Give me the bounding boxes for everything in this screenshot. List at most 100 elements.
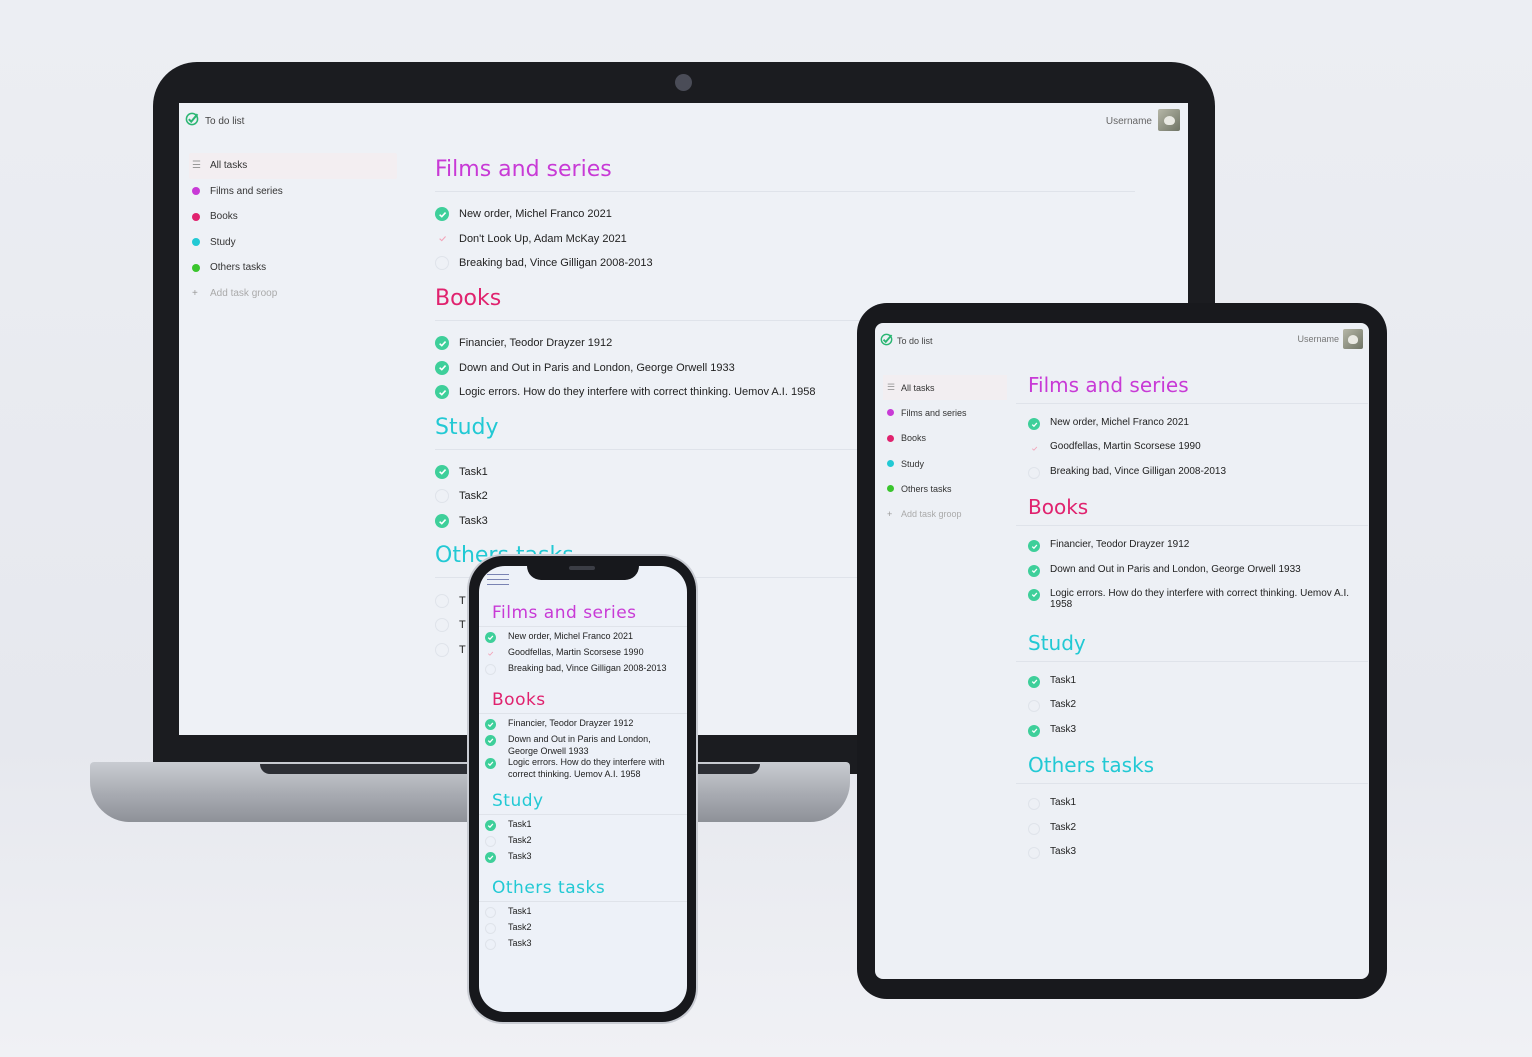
sidebar-item-films[interactable]: Films and series (189, 179, 397, 205)
checked-circle-icon[interactable] (1028, 588, 1040, 601)
avatar[interactable] (1343, 329, 1363, 349)
sidebar-item-books[interactable]: Books (883, 426, 1007, 451)
empty-circle-icon[interactable] (435, 593, 449, 608)
sidebar-item-books[interactable]: Books (189, 204, 397, 230)
empty-circle-icon[interactable] (485, 907, 496, 918)
task-item[interactable]: Task2 (485, 922, 681, 938)
task-item[interactable]: Goodfellas, Martin Scorsese 1990 (485, 647, 681, 663)
checked-circle-icon[interactable] (435, 514, 449, 529)
task-item[interactable]: Financier, Teodor Drayzer 1912 (485, 718, 681, 734)
task-item[interactable]: Breaking bad, Vince Gilligan 2008-2013 (485, 663, 681, 679)
task-item[interactable]: Breaking bad, Vince Gilligan 2008-2013 (1028, 463, 1368, 487)
empty-circle-icon[interactable] (485, 923, 496, 934)
task-item[interactable]: Financier, Teodor Drayzer 1912 (1028, 536, 1368, 560)
empty-circle-icon[interactable] (1028, 798, 1040, 811)
task-text: Goodfellas, Martin Scorsese 1990 (508, 647, 644, 657)
sidebar-item-study[interactable]: Study (883, 451, 1007, 476)
username-label[interactable]: Username (1297, 334, 1339, 344)
empty-circle-icon[interactable] (1028, 846, 1040, 859)
task-item[interactable]: Task3 (1028, 721, 1368, 745)
task-item[interactable]: Task1 (1028, 794, 1368, 818)
sidebar-item-study[interactable]: Study (189, 230, 397, 256)
divider (479, 713, 687, 714)
task-item[interactable]: Task1 (1028, 672, 1368, 696)
others-dot-icon (192, 263, 200, 272)
task-group-title[interactable]: Study (485, 790, 681, 812)
empty-circle-icon[interactable] (435, 256, 449, 271)
empty-circle-icon[interactable] (1028, 700, 1040, 713)
sidebar-item-films[interactable]: Films and series (883, 400, 1007, 425)
task-group-title[interactable]: Films and series (485, 602, 681, 624)
checked-circle-icon[interactable] (485, 758, 496, 769)
task-group-title[interactable]: Films and series (1028, 371, 1368, 399)
username-label[interactable]: Username (1106, 116, 1152, 127)
checked-circle-icon[interactable] (1028, 675, 1040, 688)
empty-circle-icon[interactable] (485, 836, 496, 847)
check-logo-icon (880, 333, 893, 351)
task-item[interactable]: Task3 (1028, 843, 1368, 867)
pending-check-icon[interactable] (1028, 442, 1040, 454)
films-dot-icon (887, 409, 894, 417)
empty-circle-icon[interactable] (435, 489, 449, 504)
films-dot-icon (192, 187, 200, 196)
checked-circle-icon[interactable] (435, 336, 449, 351)
checked-circle-icon[interactable] (435, 464, 449, 479)
task-item[interactable]: Don't Look Up, Adam McKay 2021 (435, 227, 1135, 252)
avatar[interactable] (1158, 109, 1180, 131)
task-group-title[interactable]: Books (1028, 493, 1368, 521)
checked-circle-icon[interactable] (1028, 418, 1040, 430)
task-text: Down and Out in Paris and London, George… (459, 361, 735, 374)
empty-circle-icon[interactable] (485, 664, 496, 675)
task-item[interactable]: Task2 (1028, 696, 1368, 720)
empty-circle-icon[interactable] (1028, 822, 1040, 835)
task-item[interactable]: New order, Michel Franco 2021 (1028, 414, 1368, 438)
task-item[interactable]: Task2 (485, 835, 681, 851)
task-item[interactable]: Task3 (485, 851, 681, 867)
empty-circle-icon[interactable] (435, 618, 449, 633)
task-text: Task3 (459, 515, 488, 528)
checked-circle-icon[interactable] (485, 719, 496, 730)
task-item[interactable]: Down and Out in Paris and London, George… (485, 734, 681, 757)
task-group-title[interactable]: Study (1028, 629, 1368, 657)
task-item[interactable]: Task1 (485, 906, 681, 922)
task-group-title[interactable]: Films and series (435, 155, 1135, 185)
task-group-title[interactable]: Others tasks (1028, 751, 1368, 779)
laptop-camera (675, 74, 692, 91)
checked-circle-icon[interactable] (435, 360, 449, 375)
task-item[interactable]: Logic errors. How do they interfere with… (1028, 585, 1368, 623)
task-group-study: Study Task1 Task2 Task3 (1016, 629, 1368, 745)
task-item[interactable]: Goodfellas, Martin Scorsese 1990 (1028, 438, 1368, 462)
empty-circle-icon[interactable] (1028, 466, 1040, 479)
sidebar-item-others[interactable]: Others tasks (189, 255, 397, 281)
task-item[interactable]: Down and Out in Paris and London, George… (1028, 561, 1368, 585)
pending-check-icon[interactable] (435, 232, 449, 246)
checked-circle-icon[interactable] (485, 632, 496, 643)
task-item[interactable]: Task3 (485, 938, 681, 954)
task-item[interactable]: New order, Michel Franco 2021 (435, 202, 1135, 227)
add-task-group-button[interactable]: + Add task groop (189, 281, 397, 307)
sidebar-item-others[interactable]: Others tasks (883, 476, 1007, 501)
task-item[interactable]: Task1 (485, 819, 681, 835)
hamburger-menu-icon[interactable] (487, 574, 509, 589)
task-group-title[interactable]: Books (485, 689, 681, 711)
checked-circle-icon[interactable] (1028, 540, 1040, 553)
task-group-title[interactable]: Others tasks (485, 877, 681, 899)
checked-circle-icon[interactable] (435, 207, 449, 222)
task-item[interactable]: Task2 (1028, 819, 1368, 843)
task-item[interactable]: Logic errors. How do they interfere with… (485, 757, 681, 780)
task-group-books: Books Financier, Teodor Drayzer 1912 Down … (1016, 493, 1368, 623)
add-task-group-button[interactable]: + Add task groop (883, 501, 1007, 526)
checked-circle-icon[interactable] (1028, 724, 1040, 737)
sidebar-item-all-tasks[interactable]: ☰ All tasks (189, 153, 397, 179)
checked-circle-icon[interactable] (435, 385, 449, 400)
checked-circle-icon[interactable] (485, 852, 496, 863)
pending-check-icon[interactable] (485, 648, 496, 659)
empty-circle-icon[interactable] (485, 939, 496, 950)
empty-circle-icon[interactable] (435, 642, 449, 657)
checked-circle-icon[interactable] (485, 820, 496, 831)
task-item[interactable]: Breaking bad, Vince Gilligan 2008-2013 (435, 251, 1135, 276)
task-item[interactable]: New order, Michel Franco 2021 (485, 631, 681, 647)
sidebar-item-all-tasks[interactable]: ☰ All tasks (883, 375, 1007, 401)
checked-circle-icon[interactable] (1028, 564, 1040, 577)
checked-circle-icon[interactable] (485, 735, 496, 746)
